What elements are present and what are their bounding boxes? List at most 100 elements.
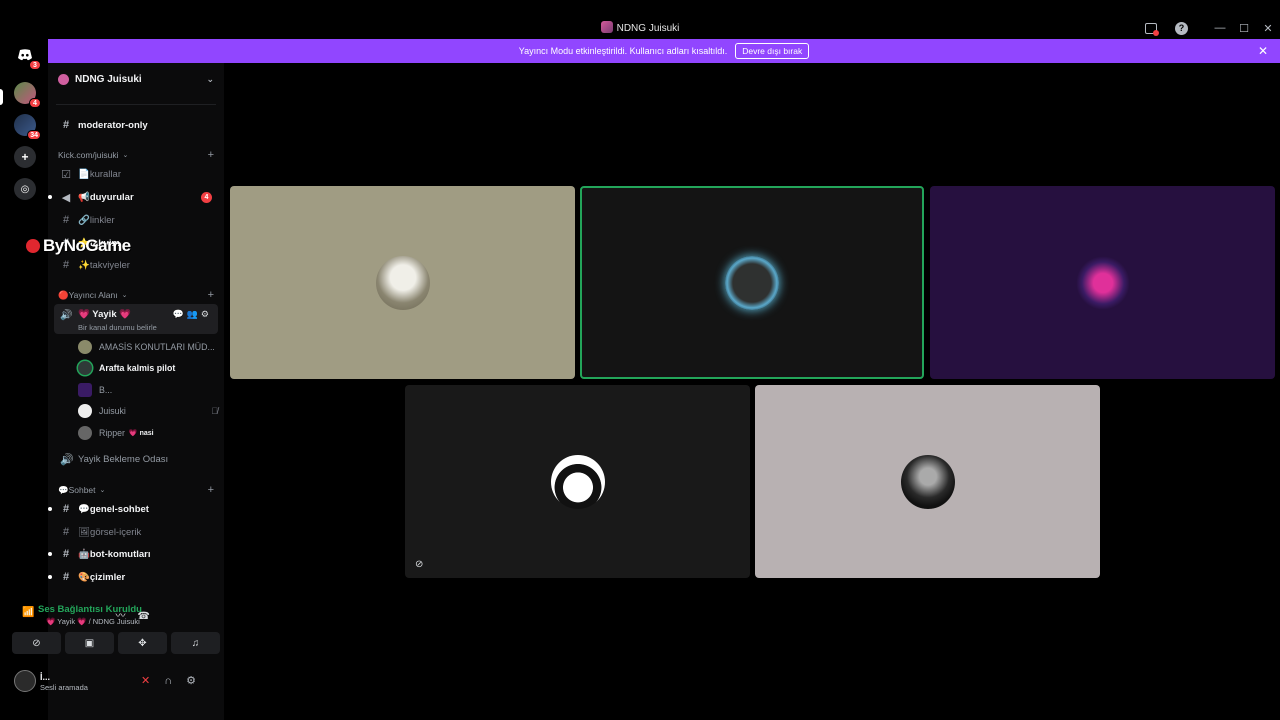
voice-member[interactable]: AMASİS KONUTLARI MÜD...	[78, 337, 218, 356]
participant-tile[interactable]	[230, 186, 575, 379]
channel-bot-komutlari[interactable]: # 🤖bot-komutları	[48, 544, 218, 564]
screen-share-button[interactable]: ▣	[65, 632, 114, 654]
banner-text: Yayıncı Modu etkinleştirildi. Kullanıcı …	[518, 46, 728, 56]
server-icon	[600, 21, 613, 33]
channel-status[interactable]: Bir kanal durumu belirle	[78, 323, 157, 332]
channel-label: ✨takviyeler	[78, 259, 130, 271]
add-channel-icon[interactable]: +	[208, 289, 214, 301]
banner-close-icon[interactable]: ✕	[1258, 44, 1268, 58]
chevron-down-icon: ⌄	[121, 292, 128, 299]
category-label: 🔴Yayıncı Alanı	[58, 289, 118, 300]
hash-icon: #	[62, 526, 70, 538]
voice-action-buttons: ⊘ ▣ ✥ ♫	[12, 632, 220, 654]
participant-tile[interactable]	[930, 186, 1275, 379]
channel-label: 🎨çizimler	[78, 571, 126, 583]
help-icon[interactable]: ?	[1175, 21, 1188, 35]
header-divider	[56, 104, 216, 105]
voice-member[interactable]: Ripper 💗 nasi	[78, 423, 218, 442]
channel-takviyeler[interactable]: # ✨takviyeler	[54, 255, 218, 275]
mention-badge: 4	[201, 191, 212, 203]
voice-channel-name: 💗 Yayik 💗	[78, 309, 132, 320]
camera-off-button[interactable]: ⊘	[12, 632, 61, 654]
minimize-button[interactable]: —	[1208, 22, 1232, 34]
watermark-icon	[26, 239, 40, 253]
avatar	[900, 454, 955, 509]
add-server-icon[interactable]: +	[14, 146, 36, 168]
member-name: Juisuki	[99, 405, 126, 416]
channel-kurallar[interactable]: ☑ 📄kurallar	[54, 164, 218, 184]
category-kick[interactable]: Kick.com/juisuki ⌄ +	[58, 148, 214, 162]
username[interactable]: İ...	[40, 672, 50, 682]
member-name: B...	[99, 384, 113, 395]
avatar[interactable]	[14, 670, 36, 692]
channel-label: 📄kurallar	[78, 168, 121, 180]
mic-muted-icon[interactable]: ✕	[141, 675, 164, 687]
unread-dot	[48, 575, 52, 579]
voice-channel-tools[interactable]: 💬👥⚙	[173, 309, 212, 320]
category-chat[interactable]: 💬Sohbet ⌄ +	[58, 483, 214, 497]
discord-home-icon[interactable]: 3	[14, 44, 41, 70]
soundboard-button[interactable]: ♫	[171, 632, 220, 654]
title-bar: NDNG Juisuki ? — ☐ ✕	[0, 0, 1280, 38]
channel-label: moderator-only	[78, 119, 148, 131]
member-name: Arafta kalmis pilot	[99, 362, 176, 373]
voice-member[interactable]: B...	[78, 380, 218, 399]
discover-icon[interactable]: ◎	[14, 178, 36, 200]
server-header[interactable]: NDNG Juisuki ⌄	[48, 63, 224, 95]
channel-genel-sohbet[interactable]: # 💬genel-sohbet	[48, 499, 218, 519]
channel-gorsel-icerik[interactable]: # 🖼görsel-içerik	[54, 522, 218, 542]
add-channel-icon[interactable]: +	[208, 484, 214, 496]
member-name: Ripper	[99, 427, 125, 438]
avatar	[550, 454, 605, 509]
member-name: AMASİS KONUTLARI MÜD...	[99, 341, 215, 352]
channel-cizimler[interactable]: # 🎨çizimler	[48, 567, 218, 587]
avatar	[78, 339, 92, 354]
avatar	[1075, 255, 1130, 310]
avatar	[725, 255, 779, 310]
avatar	[78, 360, 92, 375]
channel-waiting-room[interactable]: 🔊 Yayik Bekleme Odası	[54, 449, 218, 469]
home-badge: 3	[29, 60, 41, 70]
category-streamer[interactable]: 🔴Yayıncı Alanı ⌄ +	[58, 288, 214, 302]
voice-member[interactable]: Arafta kalmis pilot	[78, 358, 218, 377]
participant-tile[interactable]	[755, 385, 1100, 578]
avatar	[78, 382, 92, 397]
voice-tools[interactable]: 〰☎	[116, 607, 162, 622]
window-title: NDNG Juisuki	[0, 21, 1280, 34]
close-window-button[interactable]: ✕	[1256, 22, 1280, 35]
chevron-down-icon: ⌄	[122, 152, 129, 159]
unread-dot	[48, 195, 52, 199]
hash-icon: #	[62, 119, 70, 131]
voice-channel-yayik[interactable]: 🔊 💗 Yayik 💗 Bir kanal durumu belirle 💬👥⚙	[54, 304, 218, 334]
participant-tile[interactable]: ⊘	[405, 385, 750, 578]
signal-icon[interactable]: 📶	[22, 607, 34, 618]
avatar	[78, 403, 92, 418]
participant-tile-speaking[interactable]	[580, 186, 924, 379]
disable-streamer-mode-button[interactable]: Devre dışı bırak	[735, 43, 810, 59]
mic-muted-icon: ⊘	[415, 559, 424, 570]
server-header-icon	[58, 73, 69, 85]
hash-icon: #	[62, 571, 70, 583]
server-ndng-icon[interactable]: 4	[14, 82, 41, 108]
maximize-button[interactable]: ☐	[1232, 22, 1256, 35]
channel-label: Yayik Bekleme Odası	[78, 453, 169, 465]
voice-member[interactable]: Juisuki 🎙̸	[78, 401, 218, 420]
user-panel: İ... Sesli aramada ✕∩⚙	[8, 664, 220, 700]
megaphone-icon: ◀	[61, 191, 71, 204]
category-label: 💬Sohbet	[58, 484, 96, 495]
server-folder-icon[interactable]: 34	[14, 114, 41, 140]
channel-moderator-only[interactable]: # moderator-only	[54, 115, 218, 135]
folder-badge: 34	[27, 130, 41, 140]
inbox-icon[interactable]	[1145, 22, 1159, 36]
gear-icon[interactable]: ⚙	[186, 675, 210, 687]
activities-button[interactable]: ✥	[118, 632, 167, 654]
channel-duyurular[interactable]: ◀ 📢duyurular 4	[48, 187, 218, 207]
channel-label: 🖼görsel-içerik	[78, 526, 142, 538]
speaker-icon: 🔊	[60, 310, 73, 321]
chevron-down-icon: ⌄	[206, 73, 214, 84]
add-channel-icon[interactable]: +	[208, 149, 214, 161]
channel-linkler[interactable]: # 🔗linkler	[54, 210, 218, 230]
unread-dot	[48, 507, 52, 511]
server-name: NDNG Juisuki	[75, 73, 142, 85]
headset-icon[interactable]: ∩	[164, 675, 186, 687]
